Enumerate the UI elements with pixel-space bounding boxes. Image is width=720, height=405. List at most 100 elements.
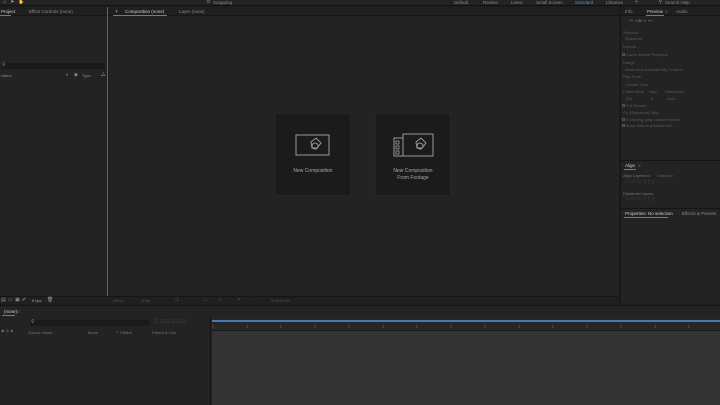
workspace-small-screen[interactable]: Small Screen [536, 0, 563, 5]
new-folder-icon[interactable]: ▭ [8, 298, 13, 303]
av-switches-icon[interactable]: ◉ ◎ ◈ [1, 329, 13, 333]
range-dropdown[interactable]: Work Area Extended By Current... [625, 67, 685, 72]
new-composition-icon[interactable]: ▣ [15, 298, 20, 303]
zoom-dropdown[interactable]: (50%) [113, 299, 124, 303]
source-name-column[interactable]: Source Name [28, 330, 52, 335]
from-footage-caption-line1: New Composition [393, 168, 433, 174]
bpc-label[interactable]: 8 bpc [32, 299, 42, 303]
parent-link-column[interactable]: Parent & Link [152, 330, 176, 335]
move-time-checkbox[interactable]: Move time to preview time [622, 123, 672, 128]
column-type[interactable]: Type [82, 74, 91, 78]
align-layers-label: Align Layers to: [623, 173, 651, 178]
trash-icon[interactable]: 🗑 [47, 298, 53, 303]
settings-icon[interactable]: ✐ [22, 298, 26, 303]
menu-icon[interactable]: ≡ [638, 163, 641, 168]
time-ruler[interactable] [212, 316, 720, 331]
active-tab-indicator [624, 169, 636, 170]
selection-tool-icon[interactable]: ➤ [10, 0, 15, 5]
active-tab-indicator [0, 15, 11, 16]
menu-icon[interactable]: ≡ [670, 211, 673, 216]
cache-before-playback[interactable]: Cache Before Playback [622, 52, 668, 57]
grid-icon[interactable]: ⊞ [175, 298, 179, 303]
search-icon[interactable]: ⚲ [658, 0, 663, 5]
timeline-layer-area: ⚲ ⊡ ⊡ ⊡ ⊡ ⊡ ⊡ ◉ ◎ ◈ Source Name Mode T T… [0, 316, 211, 405]
top-toolbar: ⌂ ➤ ✋ Snapping Default Review Learn Smal… [0, 0, 720, 6]
interpret-footage-icon[interactable]: ▤ [1, 298, 6, 303]
distribute-buttons-icon[interactable]: ▭ ▭ ▭ ▯ ▯ ▯ [625, 197, 654, 202]
composition-from-footage-icon [393, 133, 434, 157]
project-search-input[interactable]: ⚲ [1, 63, 105, 69]
tab-properties[interactable]: Properties: No selection [625, 211, 673, 216]
frame-rate-dropdown[interactable]: (30) [625, 96, 632, 101]
play-from-label: Play From [623, 74, 642, 79]
workspace-libraries[interactable]: Libraries [606, 0, 623, 5]
skip-label: Skip [649, 89, 657, 94]
trkmat-column[interactable]: T TrkMat [116, 330, 132, 335]
tab-audio[interactable]: Audio [676, 9, 688, 14]
work-area-bar[interactable] [212, 320, 720, 322]
workspace-review[interactable]: Review [483, 0, 498, 5]
hand-tool-icon[interactable]: ✋ [18, 0, 24, 5]
new-composition-caption: New Composition [293, 168, 333, 174]
mask-icon[interactable]: ⊡ [203, 298, 207, 303]
home-icon[interactable]: ⌂ [2, 0, 7, 5]
shortcut-dropdown[interactable]: Spacebar [625, 36, 642, 41]
search-help-input[interactable]: Search Help [665, 0, 690, 5]
timeline-search-input[interactable]: ⚲ [30, 320, 150, 326]
tab-composition[interactable]: Composition (none) [125, 9, 164, 14]
active-tab-indicator [113, 15, 167, 16]
snapping-label: Snapping [213, 0, 233, 5]
workspace-learn[interactable]: Learn [511, 0, 523, 5]
workspace-default[interactable]: Default [454, 0, 468, 5]
viewer-tabbar: ǂ Composition (none) Layer (none) [109, 7, 619, 16]
on-stop-label: On (Spacebar) Stop: [623, 110, 660, 115]
snapping-checkbox[interactable] [206, 0, 211, 5]
ruler-ticks [212, 325, 690, 328]
resolution-dropdown[interactable]: Auto [667, 96, 675, 101]
search-icon: ⚲ [2, 62, 6, 68]
play-from-dropdown[interactable]: Current Time [625, 82, 648, 87]
resolution-label: Resolution [665, 89, 684, 94]
tab-effects-presets[interactable]: Effects & Presets [682, 211, 716, 216]
skip-value[interactable]: 0 [651, 96, 653, 101]
channel-icon[interactable]: ⋯ [251, 298, 256, 303]
workspace-overflow-icon[interactable]: » [634, 0, 639, 5]
align-to-dropdown[interactable]: Selection [657, 173, 673, 178]
preview-controls-icon[interactable]: ⏮ ◂ ▶ ▸ ⏭ [629, 19, 652, 24]
flowchart-icon[interactable]: ⧊ [101, 73, 105, 78]
timeline-track[interactable] [212, 331, 720, 405]
tab-effect-controls[interactable]: Effect Controls (none) [29, 9, 73, 14]
tab-timeline[interactable]: (none) [4, 309, 17, 314]
new-composition-icon [295, 134, 330, 156]
if-caching-checkbox[interactable]: If caching, play cached frames [622, 117, 680, 122]
lock-icon[interactable]: ǂ [115, 9, 118, 14]
active-tab-indicator [646, 15, 664, 16]
column-name[interactable]: Name [1, 74, 12, 78]
new-composition-button[interactable]: New Composition [275, 113, 351, 196]
project-column-header: Name ▾ ◈ Type ⧊ [0, 73, 106, 80]
tab-preview[interactable]: Preview [647, 9, 663, 14]
label-icon[interactable]: ▾ [66, 73, 68, 77]
full-screen-checkbox[interactable]: Full Screen [622, 103, 646, 108]
close-icon[interactable]: ≡ [13, 9, 16, 14]
camera-icon[interactable]: ⌾ [219, 298, 222, 303]
properties-panel: Properties: No selection ≡ Effects & Pre… [621, 208, 720, 304]
color-icon[interactable]: ✦ [237, 298, 241, 303]
timeline-panel: (none) ≡ ⚲ ⊡ ⊡ ⊡ ⊡ ⊡ ⊡ ◉ ◎ ◈ Source Name… [0, 305, 720, 405]
mode-column[interactable]: Mode [88, 330, 98, 335]
tab-align[interactable]: Align [625, 163, 635, 168]
align-buttons-icon[interactable]: ▭ ▭ ▭ ▯ ▯ ▯ [625, 180, 654, 185]
tab-info[interactable]: Info [625, 9, 633, 14]
timecode-display[interactable]: 0;00;00;00 [271, 299, 290, 303]
from-footage-caption-line2: From Footage [397, 175, 429, 181]
timeline-switches-icon[interactable]: ⊡ ⊡ ⊡ ⊡ ⊡ ⊡ [154, 320, 186, 325]
tag-icon[interactable]: ◈ [74, 73, 78, 78]
workspace-standard[interactable]: Standard [575, 0, 593, 5]
active-tab-indicator [624, 217, 668, 218]
menu-icon[interactable]: ≡ [665, 9, 668, 14]
resolution-dropdown[interactable]: (Full) [141, 299, 150, 303]
project-tabbar: Project ≡ Effect Controls (none) [0, 7, 107, 16]
tab-layer[interactable]: Layer (none) [179, 9, 205, 14]
menu-icon[interactable]: ≡ [17, 309, 20, 314]
new-composition-from-footage-button[interactable]: New Composition From Footage [375, 113, 451, 196]
